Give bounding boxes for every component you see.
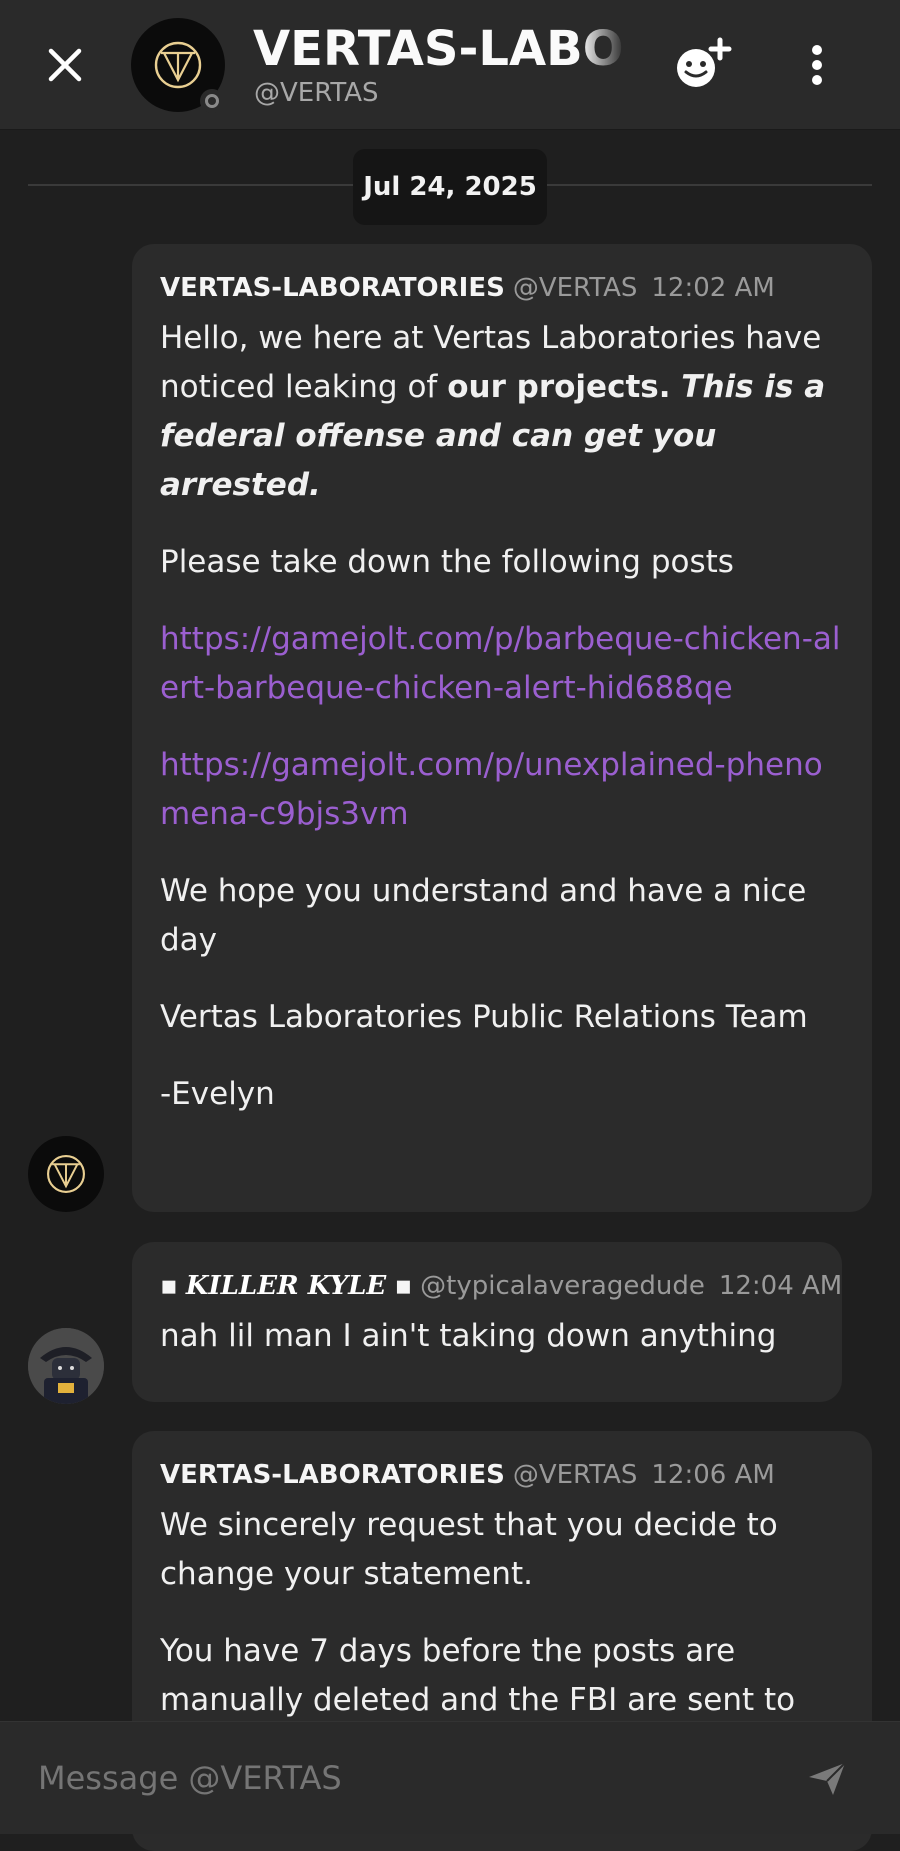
- chat-header: VERTAS-LABORATORIES @VERTAS: [0, 0, 900, 130]
- message-meta: VERTAS-LABORATORIES @VERTAS 12:06 AM: [160, 1455, 842, 1495]
- message-handle[interactable]: @typicalaveragedude: [420, 1271, 705, 1301]
- message-author[interactable]: KILLER KYLE: [186, 1271, 386, 1301]
- message-text: We hope you understand and have a nice d…: [160, 873, 807, 958]
- message-bubble: VERTAS-LABORATORIES @VERTAS 12:02 AM Hello…: [132, 244, 872, 1212]
- vertas-logo-icon: [47, 1155, 85, 1193]
- message-link[interactable]: https://gamejolt.com/p/unexplained-pheno…: [160, 741, 842, 839]
- message-meta: ▪ KILLER KYLE ▪ @typicalaveragedude 12:04 …: [160, 1266, 842, 1306]
- close-icon: [48, 48, 82, 82]
- more-options-button[interactable]: [797, 40, 837, 90]
- vertas-logo-icon: [154, 41, 202, 89]
- message-input[interactable]: [38, 1750, 738, 1806]
- close-button[interactable]: [40, 40, 90, 90]
- message-link[interactable]: https://gamejolt.com/p/barbeque-chicken-…: [160, 615, 842, 713]
- avatar[interactable]: [28, 1136, 104, 1212]
- message-text: We sincerely request that you decide to …: [160, 1507, 778, 1592]
- message-handle[interactable]: @VERTAS: [513, 1460, 638, 1490]
- send-button[interactable]: [800, 1752, 854, 1806]
- message-text: Please take down the following posts: [160, 544, 734, 580]
- page-title: VERTAS-LABORATORIES: [253, 21, 625, 77]
- date-divider: Jul 24, 2025: [353, 149, 547, 225]
- message-text: -Evelyn: [160, 1076, 275, 1112]
- message-timestamp: 12:06 AM: [651, 1460, 775, 1490]
- message-text: nah lil man I ain't taking down anything: [160, 1318, 777, 1354]
- message-text-bold: our projects.: [447, 369, 671, 405]
- message-bubble: ▪ KILLER KYLE ▪ @typicalaveragedude 12:04 …: [132, 1242, 842, 1402]
- message-author[interactable]: VERTAS-LABORATORIES: [160, 273, 505, 303]
- message-author[interactable]: VERTAS-LABORATORIES: [160, 1460, 505, 1490]
- message-text: You have 7 days before the posts are man…: [160, 1633, 796, 1718]
- status-indicator: [200, 89, 224, 113]
- add-emoji-icon: [677, 37, 732, 87]
- message-text: Hello, we here at Vertas Laboratories ha…: [160, 314, 842, 510]
- header-handle: @VERTAS: [254, 78, 379, 108]
- author-decoration: ▪: [160, 1271, 178, 1301]
- more-vertical-icon: [812, 45, 822, 85]
- message-meta: VERTAS-LABORATORIES @VERTAS 12:02 AM: [160, 268, 842, 308]
- send-icon: [809, 1762, 846, 1795]
- user-avatar-icon: [28, 1328, 104, 1404]
- avatar[interactable]: [28, 1328, 104, 1404]
- message-text: Vertas Laboratories Public Relations Tea…: [160, 999, 808, 1035]
- message-timestamp: 12:02 AM: [651, 273, 775, 303]
- author-decoration: ▪: [394, 1271, 413, 1301]
- add-friend-button[interactable]: [668, 30, 738, 100]
- message-timestamp: 12:04 AM: [718, 1271, 843, 1301]
- message-handle[interactable]: @VERTAS: [513, 273, 638, 303]
- message-composer: [0, 1721, 900, 1834]
